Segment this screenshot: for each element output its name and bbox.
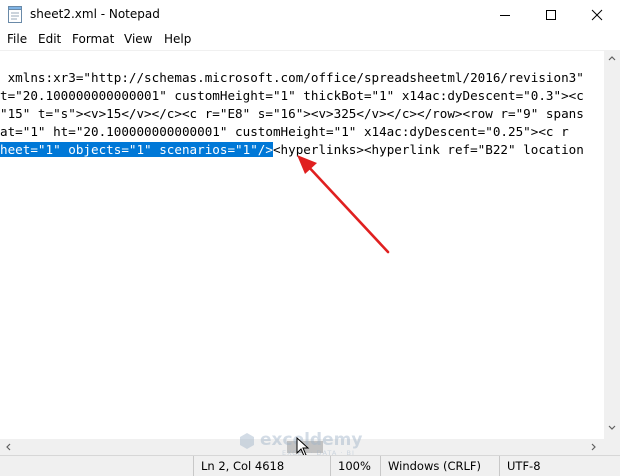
- window-title: sheet2.xml - Notepad: [30, 7, 160, 21]
- selected-text[interactable]: heet="1" objects="1" scenarios="1"/>: [0, 142, 273, 157]
- menu-bar: File Edit Format View Help: [0, 30, 620, 50]
- red-arrow-icon: [297, 155, 390, 254]
- close-icon: [591, 9, 603, 21]
- maximize-icon: [546, 10, 556, 20]
- menu-edit[interactable]: Edit: [38, 32, 61, 46]
- close-button[interactable]: [574, 0, 620, 30]
- minimize-button[interactable]: [482, 0, 528, 30]
- title-bar[interactable]: sheet2.xml - Notepad: [0, 0, 620, 30]
- text-line-2: t="20.100000000000001" customHeight="1" …: [0, 88, 584, 103]
- menu-view[interactable]: View: [124, 32, 152, 46]
- status-empty-cell: [0, 456, 193, 476]
- scroll-down-icon[interactable]: [608, 425, 616, 431]
- text-line-3: "15" t="s"><v>15</v></c><c r="E8" s="16"…: [0, 106, 584, 121]
- exceldemy-watermark: exceldemy EXCEL · DATA · BI: [238, 430, 388, 458]
- scroll-up-icon[interactable]: [608, 55, 616, 61]
- menu-file[interactable]: File: [7, 32, 27, 46]
- menu-help[interactable]: Help: [164, 32, 191, 46]
- status-zoom: 100%: [330, 456, 380, 476]
- vertical-scrollbar[interactable]: [604, 50, 620, 439]
- status-encoding: UTF-8: [499, 456, 620, 476]
- status-bar: Ln 2, Col 4618 100% Windows (CRLF) UTF-8: [0, 455, 620, 476]
- scroll-right-icon[interactable]: [591, 443, 597, 451]
- notepad-icon: [8, 6, 22, 23]
- exceldemy-logo-icon: [240, 433, 254, 449]
- maximize-button[interactable]: [528, 0, 574, 30]
- scroll-left-icon[interactable]: [5, 443, 11, 451]
- watermark-name: exceldemy: [260, 430, 363, 450]
- notepad-window: sheet2.xml - Notepad File Edit Format Vi…: [0, 0, 620, 476]
- status-cursor-position: Ln 2, Col 4618: [193, 456, 330, 476]
- text-line-4: at="1" ht="20.100000000000001" customHei…: [0, 124, 569, 139]
- minimize-icon: [500, 15, 510, 16]
- status-line-ending: Windows (CRLF): [380, 456, 499, 476]
- menu-format[interactable]: Format: [72, 32, 114, 46]
- mouse-pointer-icon: [296, 437, 310, 457]
- text-line-1: xmlns:xr3="http://schemas.microsoft.com/…: [0, 70, 584, 85]
- scrollbar-corner: [604, 439, 620, 455]
